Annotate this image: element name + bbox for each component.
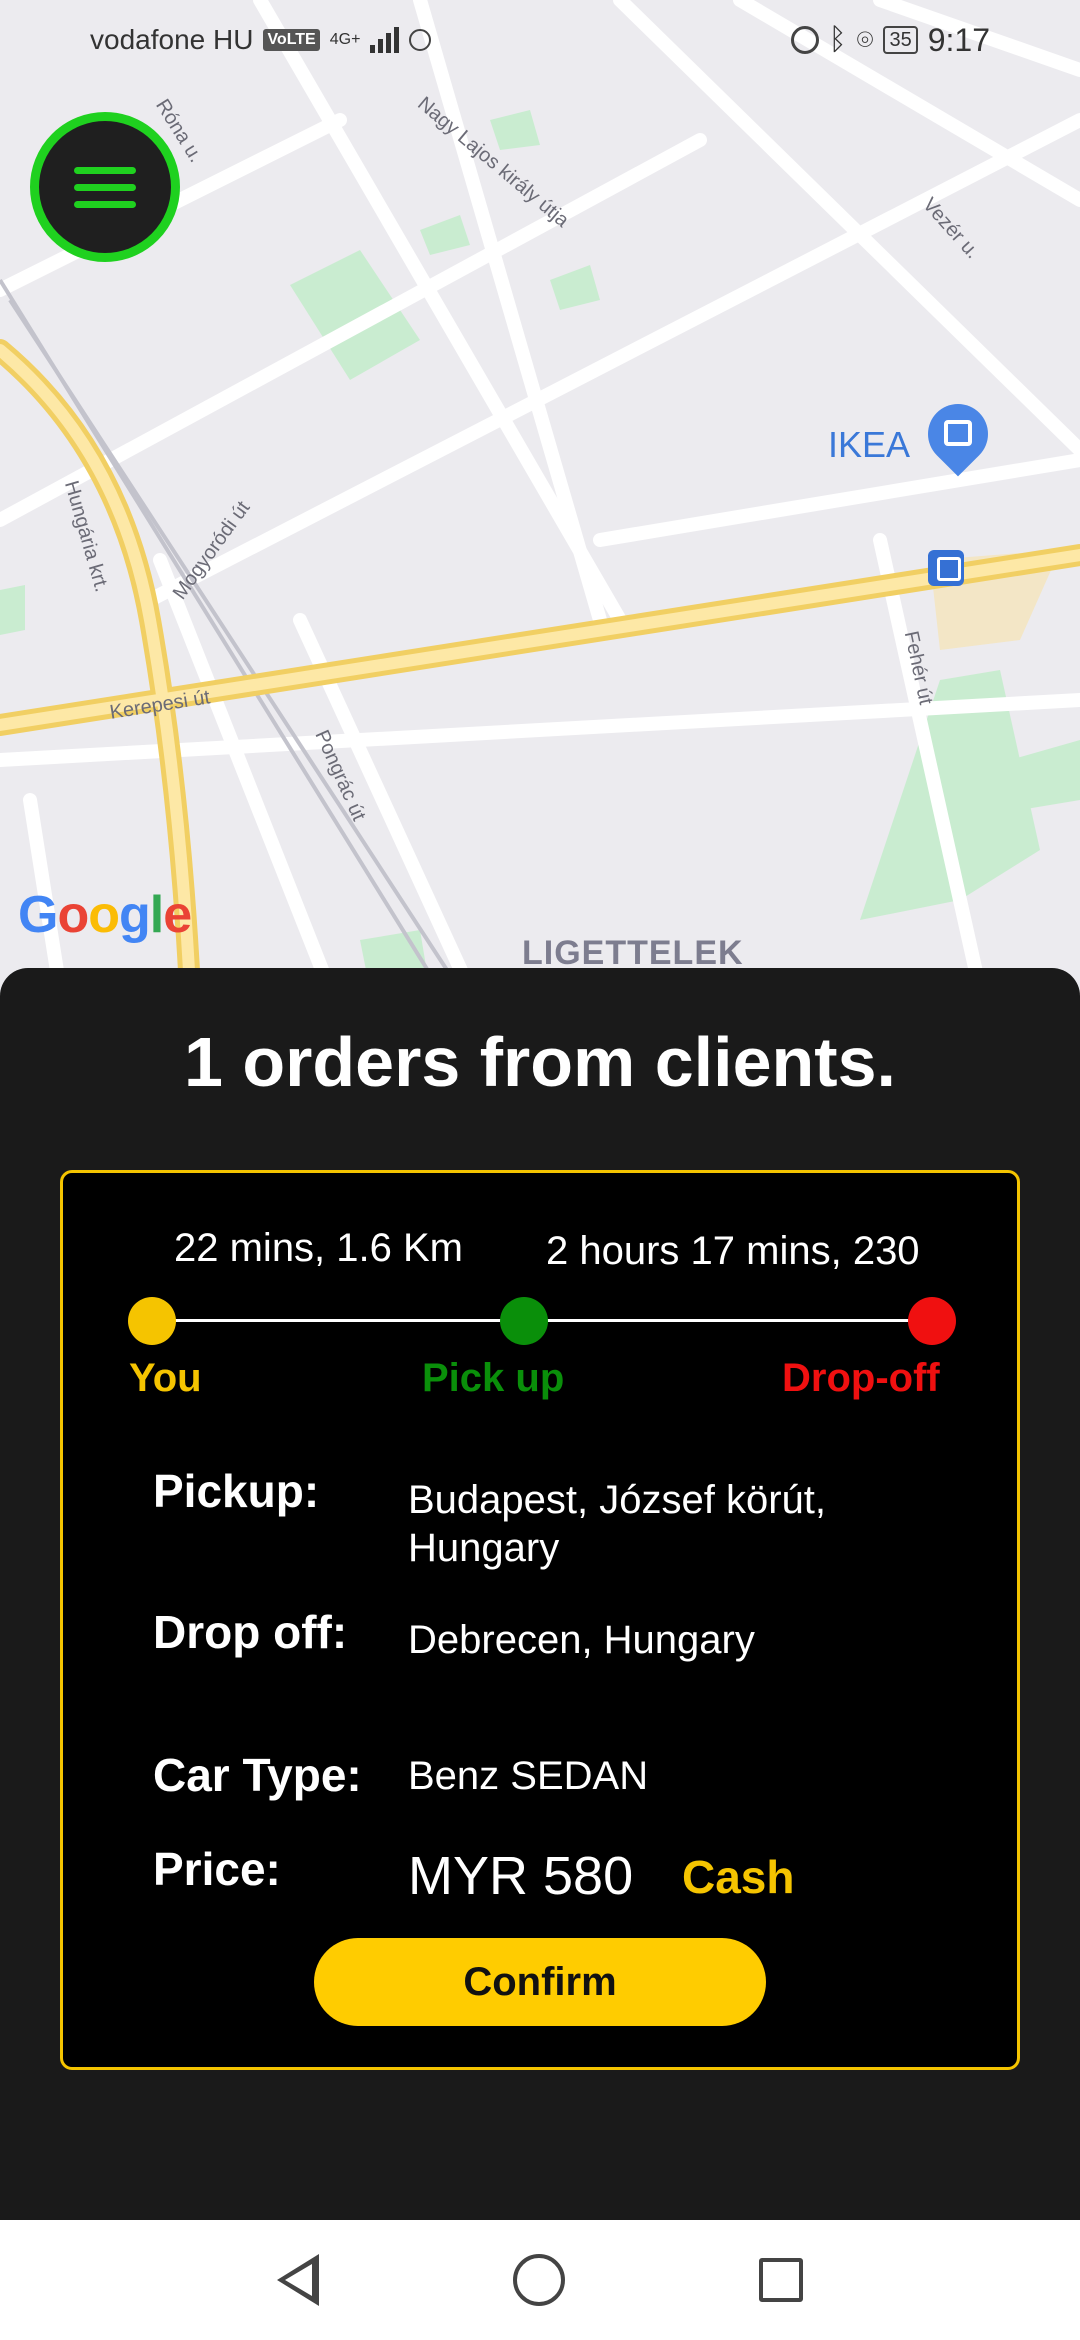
price-label: Price: xyxy=(153,1843,281,1895)
recent-apps-icon[interactable] xyxy=(759,2258,803,2302)
pickup-marker xyxy=(500,1297,548,1345)
dropoff-marker xyxy=(908,1297,956,1345)
car-type-value: Benz SEDAN xyxy=(408,1754,649,1798)
pickup-field-label: Pickup: xyxy=(153,1465,320,1517)
home-icon[interactable] xyxy=(513,2254,565,2306)
signal-icon xyxy=(370,27,400,53)
location-icon: ⌾ xyxy=(856,23,874,55)
system-nav-bar xyxy=(0,2220,1080,2340)
car-type-label: Car Type: xyxy=(153,1749,362,1801)
hamburger-icon xyxy=(74,166,136,174)
clock: 9:17 xyxy=(927,21,990,58)
google-logo: Google xyxy=(18,886,192,944)
ikea-label[interactable]: IKEA xyxy=(828,424,910,466)
back-icon[interactable] xyxy=(277,2254,319,2306)
hamburger-icon-line xyxy=(74,183,136,191)
eta-to-dropoff: 2 hours 17 mins, 230 Km xyxy=(546,1229,920,1282)
payment-method: Cash xyxy=(682,1851,795,1903)
bluetooth-icon: ᛒ xyxy=(828,23,847,56)
dropoff-address: Debrecen, Hungary xyxy=(408,1618,755,1662)
panel-title: 1 orders from clients. xyxy=(184,1023,896,1101)
pickup-stop-label: Pick up xyxy=(422,1356,565,1400)
transit-station-icon[interactable] xyxy=(928,550,964,586)
sync-icon xyxy=(409,29,432,51)
menu-button[interactable] xyxy=(30,112,180,262)
status-bar: vodafone HU VoLTE 4G+ ᛒ ⌾ 35 9:17 xyxy=(0,0,1080,80)
battery-icon: 35 xyxy=(883,26,918,54)
eta-to-pickup: 22 mins, 1.6 Km xyxy=(174,1226,464,1270)
confirm-button[interactable]: Confirm xyxy=(314,1938,766,2026)
you-label: You xyxy=(129,1356,202,1400)
dropoff-stop-label: Drop-off xyxy=(782,1356,940,1400)
pickup-address: Budapest, József körút, Hungary xyxy=(408,1478,827,1570)
hamburger-icon-line xyxy=(74,200,136,208)
alarm-icon xyxy=(790,26,819,54)
network-type: 4G+ xyxy=(329,31,361,48)
dropoff-field-label: Drop off: xyxy=(153,1606,348,1658)
shopping-bag-icon xyxy=(944,420,972,446)
you-marker xyxy=(128,1297,176,1345)
carrier-name: vodafone HU xyxy=(90,24,254,55)
volte-badge: VoLTE xyxy=(263,29,320,51)
price-value: MYR 580 xyxy=(408,1846,634,1906)
